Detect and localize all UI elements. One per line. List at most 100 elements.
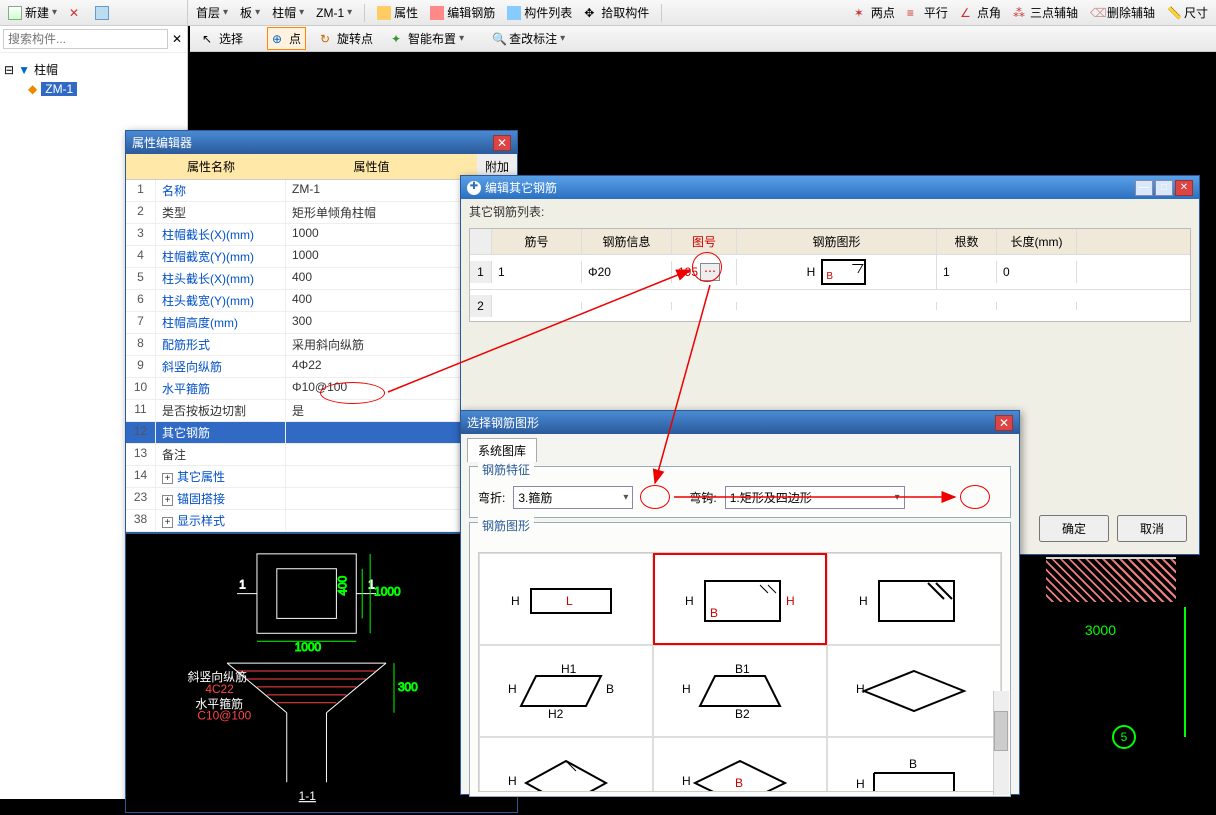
tree-child-label: ZM-1: [41, 82, 77, 96]
property-row[interactable]: 12其它钢筋: [126, 422, 517, 444]
browse-shape-button[interactable]: ⋯: [700, 263, 720, 281]
svg-text:1000: 1000: [295, 640, 322, 654]
property-row[interactable]: 1名称ZM-1: [126, 180, 517, 202]
property-row[interactable]: 10水平箍筋Φ10@100: [126, 378, 517, 400]
svg-text:H: H: [508, 774, 517, 788]
svg-text:H: H: [856, 682, 865, 696]
shape-option-selected[interactable]: HBH: [653, 553, 827, 645]
annotate-button[interactable]: 🔍查改标注▾: [488, 28, 569, 49]
svg-text:B2: B2: [735, 707, 750, 721]
property-row[interactable]: 14+其它属性: [126, 466, 517, 488]
close-button[interactable]: ✕: [995, 415, 1013, 431]
property-row[interactable]: 13备注: [126, 444, 517, 466]
shape-option[interactable]: BH: [827, 737, 1001, 792]
pick-button[interactable]: ✥拾取构件: [580, 2, 653, 23]
shape-option[interactable]: H: [827, 645, 1001, 737]
svg-text:B: B: [606, 682, 614, 696]
hatch-region: [1046, 557, 1176, 602]
rebar-subtitle: 其它钢筋列表:: [461, 199, 1199, 224]
search-clear-button[interactable]: ✕: [168, 30, 186, 48]
point-button[interactable]: ⊕点: [267, 27, 306, 50]
new-icon: [8, 6, 22, 20]
component-dropdown[interactable]: ZM-1▾: [312, 4, 356, 22]
property-row[interactable]: 23+锚固搭接: [126, 488, 517, 510]
parallel-button[interactable]: ≡平行: [903, 2, 952, 23]
close-button[interactable]: ✕: [1175, 180, 1193, 196]
grid-node: 5: [1112, 725, 1136, 749]
shape-option[interactable]: HL: [479, 553, 653, 645]
shape-option[interactable]: HB: [653, 737, 827, 792]
level-dropdown[interactable]: 首层▾: [192, 2, 232, 23]
dialog-titlebar[interactable]: 属性编辑器 ✕: [126, 131, 517, 154]
property-row[interactable]: 9斜竖向纵筋4Φ22: [126, 356, 517, 378]
new-dropdown-button[interactable]: 新建 ▾: [4, 2, 61, 23]
property-row[interactable]: 7柱帽高度(mm)300: [126, 312, 517, 334]
cursor-icon: ↖: [202, 32, 216, 46]
delete-button[interactable]: ✕: [65, 4, 87, 22]
maximize-button[interactable]: □: [1155, 180, 1173, 196]
rotate-point-button[interactable]: ↻旋转点: [316, 28, 377, 49]
property-rows: 1名称ZM-12类型矩形单倾角柱帽3柱帽截长(X)(mm)10004柱帽截宽(Y…: [126, 180, 517, 532]
close-button[interactable]: ✕: [493, 135, 511, 151]
dimension-button[interactable]: 📏尺寸: [1163, 2, 1212, 23]
table-row[interactable]: 2: [470, 289, 1190, 321]
property-button[interactable]: 属性: [373, 2, 422, 23]
scrollbar-thumb[interactable]: [994, 711, 1008, 751]
svg-text:1000: 1000: [374, 585, 401, 599]
property-row[interactable]: 11是否按板边切割是: [126, 400, 517, 422]
edit-rebar-button[interactable]: 编辑钢筋: [426, 2, 499, 23]
copy-icon: [95, 6, 109, 20]
magnifier-icon: 🔍: [492, 32, 506, 46]
svg-text:H: H: [786, 594, 795, 608]
property-row[interactable]: 2类型矩形单倾角柱帽: [126, 202, 517, 224]
pointangle-button[interactable]: ∠点角: [956, 2, 1005, 23]
tree-child[interactable]: ◆ ZM-1: [4, 80, 183, 98]
dialog-titlebar[interactable]: 选择钢筋图形 ✕: [461, 411, 1019, 434]
tab-system-library[interactable]: 系统图库: [467, 438, 537, 462]
shape-code: 195: [678, 265, 698, 279]
table-row[interactable]: 1 1 Φ20 195 ⋯ H B 1 0: [470, 254, 1190, 289]
copy-button[interactable]: [91, 4, 113, 22]
threepoint-button[interactable]: ⁂三点辅轴: [1009, 2, 1082, 23]
rebar-shape-icon: B: [821, 259, 866, 285]
search-input[interactable]: [3, 29, 168, 49]
bend-dropdown[interactable]: 3.箍筋▾: [513, 486, 633, 509]
x-icon: ✕: [69, 6, 83, 20]
rebar-shape-group: 钢筋图形 HL HBH H H1BH2H B1B2H H H: [469, 522, 1011, 797]
shape-option[interactable]: H1BH2H: [479, 645, 653, 737]
property-row[interactable]: 38+显示样式: [126, 510, 517, 532]
shape-option[interactable]: B1 B2 H: [653, 645, 827, 737]
dialog-title: 属性编辑器: [132, 134, 192, 151]
tree-root[interactable]: ⊟ ▼ 柱帽: [4, 59, 183, 80]
twopoint-button[interactable]: ✶两点: [850, 2, 899, 23]
shape-option[interactable]: H: [827, 553, 1001, 645]
smart-layout-button[interactable]: ✦智能布置▾: [387, 28, 468, 49]
tree-root-label: 柱帽: [34, 61, 58, 78]
select-button[interactable]: ↖选择: [198, 28, 247, 49]
dialog-titlebar[interactable]: ✚编辑其它钢筋 — □ ✕: [461, 176, 1199, 199]
component-list-button[interactable]: 构件列表: [503, 2, 576, 23]
svg-text:H: H: [685, 594, 694, 608]
property-row[interactable]: 3柱帽截长(X)(mm)1000: [126, 224, 517, 246]
ok-button[interactable]: 确定: [1039, 515, 1109, 542]
property-row[interactable]: 5柱头截长(X)(mm)400: [126, 268, 517, 290]
angle-icon: ∠: [960, 6, 974, 20]
property-row[interactable]: 4柱帽截宽(Y)(mm)1000: [126, 246, 517, 268]
delete-aux-button[interactable]: ⌫删除辅轴: [1086, 2, 1159, 23]
category-dropdown[interactable]: 板▾: [236, 2, 264, 23]
select-shape-dialog: 选择钢筋图形 ✕ 系统图库 钢筋特征 弯折: 3.箍筋▾ 弯钩: 1.矩形及四边…: [460, 410, 1020, 795]
type-dropdown[interactable]: 柱帽▾: [268, 2, 308, 23]
svg-text:B: B: [909, 757, 917, 771]
minimize-button[interactable]: —: [1135, 180, 1153, 196]
hook-dropdown[interactable]: 1.矩形及四边形▾: [725, 486, 905, 509]
svg-text:H: H: [856, 777, 865, 791]
property-row[interactable]: 8配筋形式采用斜向纵筋: [126, 334, 517, 356]
svg-text:H: H: [682, 682, 691, 696]
property-row[interactable]: 6柱头截宽(Y)(mm)400: [126, 290, 517, 312]
shape-option[interactable]: H: [479, 737, 653, 792]
property-icon: [377, 6, 391, 20]
cancel-button[interactable]: 取消: [1117, 515, 1187, 542]
svg-text:B1: B1: [735, 662, 750, 676]
scrollbar[interactable]: [993, 691, 1009, 795]
chevron-down-icon: ▾: [895, 492, 900, 503]
